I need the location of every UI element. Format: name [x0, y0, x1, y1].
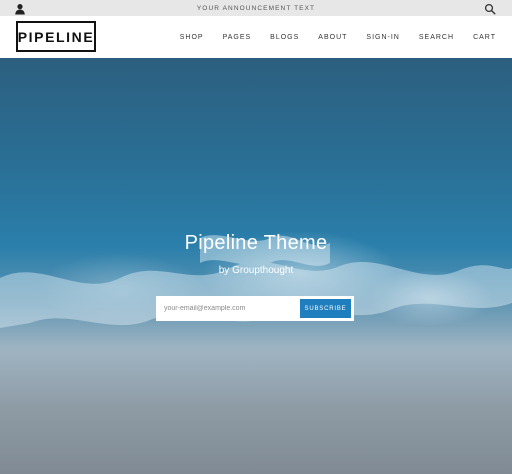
newsletter-form: SUBSCRIBE	[156, 296, 354, 321]
site-logo[interactable]: PIPELINE	[16, 21, 96, 52]
main-nav: SHOP PAGES BLOGS ABOUT SIGN-IN SEARCH CA…	[161, 16, 496, 58]
wave-foam-background	[0, 235, 512, 328]
account-icon[interactable]	[14, 2, 26, 15]
nav-pages[interactable]: PAGES	[223, 34, 252, 41]
nav-blogs[interactable]: BLOGS	[270, 34, 299, 41]
nav-sign-in[interactable]: SIGN-IN	[366, 34, 399, 41]
email-input[interactable]	[164, 298, 304, 319]
nav-about[interactable]: ABOUT	[318, 34, 347, 41]
nav-search[interactable]: SEARCH	[419, 34, 454, 41]
announcement-text: YOUR ANNOUNCEMENT TEXT	[196, 4, 316, 12]
hero-title: Pipeline Theme	[184, 232, 328, 254]
nav-shop[interactable]: SHOP	[180, 34, 204, 41]
hero-subtitle: by Groupthought	[218, 265, 294, 276]
site-header: PIPELINE SHOP PAGES BLOGS ABOUT SIGN-IN …	[0, 16, 512, 58]
search-icon[interactable]	[484, 2, 496, 15]
nav-cart[interactable]: CART	[473, 34, 496, 41]
logo-text: PIPELINE	[17, 28, 95, 45]
subscribe-button[interactable]: SUBSCRIBE	[300, 299, 351, 318]
hero-banner: Pipeline Theme by Groupthought SUBSCRIBE	[0, 58, 512, 474]
announcement-bar: YOUR ANNOUNCEMENT TEXT	[0, 0, 512, 16]
